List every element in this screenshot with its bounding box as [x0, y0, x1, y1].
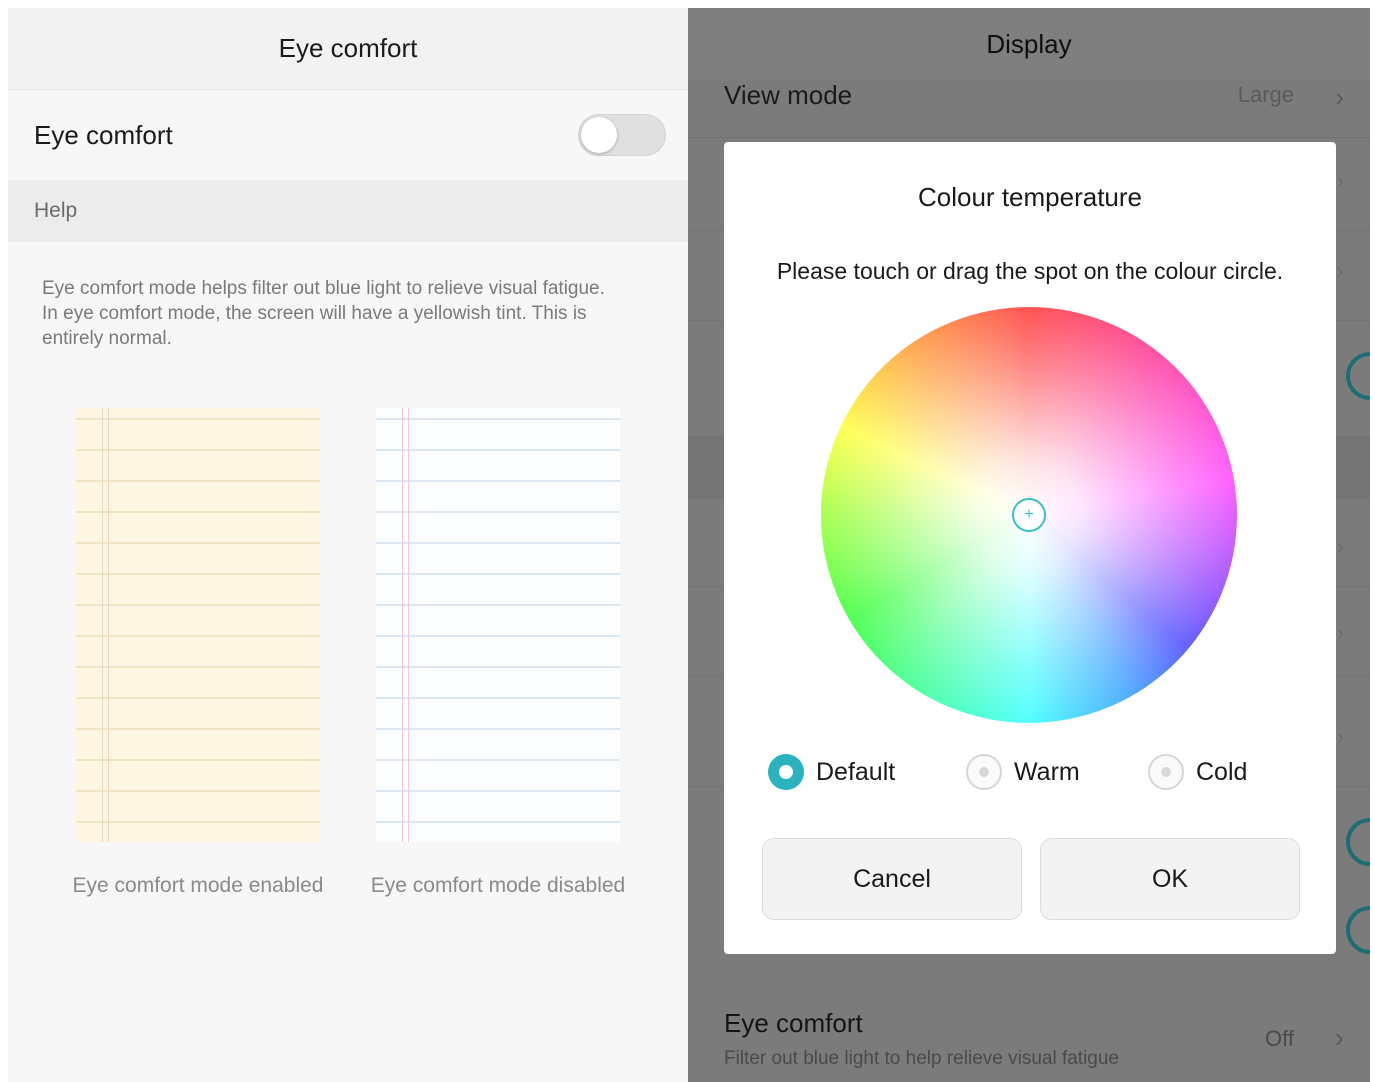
- colour-wheel[interactable]: +: [821, 307, 1237, 723]
- eye-comfort-row-title: Eye comfort: [724, 1008, 863, 1038]
- eye-comfort-row-value: Off: [1265, 1026, 1294, 1051]
- eye-comfort-screen: Eye comfort Eye comfort Help Eye comfort…: [8, 8, 688, 1082]
- help-section-header: Help: [8, 180, 688, 242]
- option-cold-label: Cold: [1196, 757, 1248, 786]
- temperature-options: Default Warm Cold: [724, 754, 1336, 794]
- eye-comfort-switch[interactable]: [578, 114, 666, 156]
- option-default[interactable]: Default: [768, 754, 895, 790]
- radio-unselected-icon: [966, 754, 1002, 790]
- chevron-right-icon: ›: [1336, 620, 1344, 645]
- radio-selected-icon: [768, 754, 804, 790]
- dialog-title: Colour temperature: [918, 182, 1142, 212]
- paper-margin-line: [108, 408, 109, 842]
- eye-comfort-row[interactable]: Eye comfort Filter out blue light to hel…: [688, 974, 1370, 1082]
- chevron-right-icon: ›: [1336, 168, 1344, 193]
- colour-temperature-dialog: Colour temperature Please touch or drag …: [724, 142, 1336, 954]
- option-warm-label: Warm: [1014, 757, 1080, 786]
- option-warm[interactable]: Warm: [966, 754, 1080, 790]
- display-settings-screen: Display View mode Large › › › › › › Eye …: [688, 8, 1370, 1082]
- chevron-right-icon: ›: [1334, 1022, 1344, 1053]
- option-default-label: Default: [816, 757, 896, 786]
- crosshair-spot-icon[interactable]: +: [1012, 498, 1046, 532]
- paper-margin-line: [408, 408, 409, 842]
- help-text-line-2: In eye comfort mode, the screen will hav…: [42, 303, 587, 349]
- eye-comfort-toggle-label: Eye comfort: [34, 119, 173, 150]
- radio-unselected-icon: [1148, 754, 1184, 790]
- option-cold[interactable]: Cold: [1148, 754, 1247, 790]
- view-mode-row[interactable]: View mode Large ›: [688, 78, 1370, 138]
- chevron-right-icon: ›: [1336, 724, 1344, 749]
- paper-sample-enabled: [76, 408, 320, 842]
- view-mode-value: Large: [1237, 82, 1294, 107]
- caption-disabled: Eye comfort mode disabled: [370, 874, 626, 897]
- cancel-button[interactable]: Cancel: [762, 838, 1022, 920]
- eye-comfort-toggle-row[interactable]: Eye comfort: [8, 90, 688, 180]
- paper-sample-disabled: [376, 408, 620, 842]
- help-text-line-1: Eye comfort mode helps filter out blue l…: [42, 278, 605, 299]
- background-switch-ring: [1346, 352, 1370, 400]
- caption-enabled: Eye comfort mode enabled: [72, 874, 324, 897]
- chevron-right-icon: ›: [1336, 534, 1344, 559]
- paper-margin-line: [102, 408, 103, 842]
- background-switch-ring: [1346, 906, 1370, 954]
- switch-knob: [581, 117, 617, 153]
- paper-margin-line: [402, 408, 403, 842]
- ok-button[interactable]: OK: [1040, 838, 1300, 920]
- display-page-title: Display: [688, 8, 1370, 80]
- help-text: Eye comfort mode helps filter out blue l…: [8, 242, 688, 351]
- chevron-right-icon: ›: [1336, 258, 1344, 283]
- eye-comfort-row-subtitle: Filter out blue light to help relieve vi…: [724, 1048, 1120, 1069]
- background-switch-ring: [1346, 818, 1370, 866]
- page-title: Eye comfort: [8, 8, 688, 90]
- chevron-right-icon: ›: [1335, 82, 1344, 112]
- dialog-instruction: Please touch or drag the spot on the col…: [776, 258, 1284, 284]
- view-mode-label: View mode: [724, 80, 853, 110]
